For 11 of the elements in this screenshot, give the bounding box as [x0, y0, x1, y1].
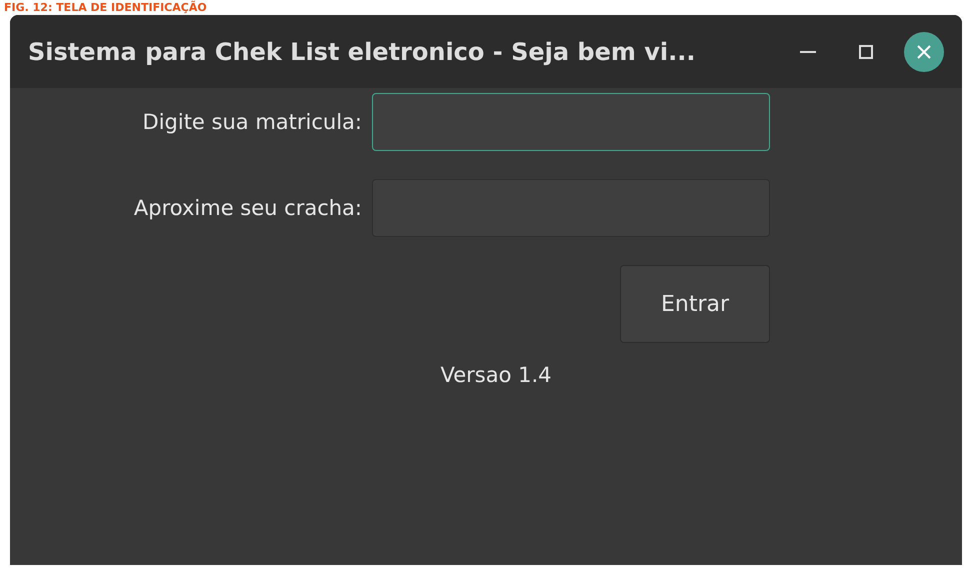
- close-button[interactable]: [904, 32, 944, 72]
- version-text: Versao 1.4: [440, 363, 552, 387]
- minimize-icon: [800, 50, 816, 54]
- field-label: Aproxime seu cracha:: [132, 196, 362, 220]
- field-label: Digite sua matricula:: [142, 110, 362, 134]
- submit-button[interactable]: Entrar: [620, 265, 770, 343]
- input-field[interactable]: [372, 93, 770, 151]
- figure-caption: FIG. 12: TELA DE IDENTIFICAÇÃO: [3, 0, 208, 15]
- close-icon: [916, 44, 932, 60]
- window-title: Sistema para Chek List eletronico - Seja bem vi...: [28, 38, 696, 66]
- maximize-icon: [859, 44, 873, 58]
